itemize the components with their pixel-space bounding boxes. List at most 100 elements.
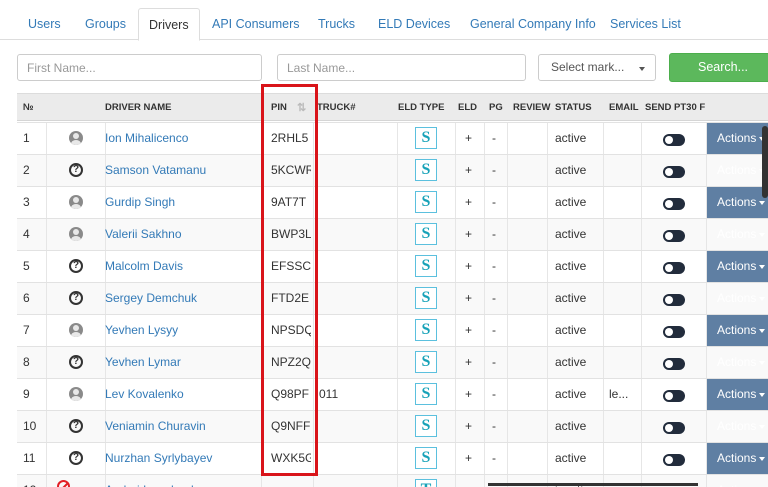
column-divider xyxy=(46,379,47,410)
column-divider xyxy=(706,251,707,282)
actions-dropdown-button[interactable]: Actions xyxy=(717,347,765,378)
driver-name-link[interactable]: Valerii Sakhno xyxy=(105,219,255,250)
driver-name-link[interactable]: Sergey Demchuk xyxy=(105,283,255,314)
column-divider xyxy=(603,251,604,282)
column-divider xyxy=(484,251,485,282)
col-eld-type[interactable]: ELD TYPE xyxy=(398,94,454,122)
truck-value xyxy=(319,411,379,442)
column-divider xyxy=(397,251,398,282)
table-row: 9 Lev Kovalenko Q98PF 011 S + - active le... Acti… xyxy=(17,378,768,410)
column-divider xyxy=(455,251,456,282)
search-button[interactable]: Search... xyxy=(669,53,768,82)
mark-select[interactable]: Select mark... xyxy=(538,54,656,81)
driver-name-link[interactable]: Yevhen Lysyy xyxy=(105,315,255,346)
send-pt30-toggle[interactable] xyxy=(663,326,685,338)
driver-name-link[interactable]: Malcolm Davis xyxy=(105,251,255,282)
actions-dropdown-button[interactable]: Actions xyxy=(717,155,765,186)
column-divider xyxy=(603,155,604,186)
driver-name-link[interactable]: Ion Mihalicenco xyxy=(105,123,255,154)
send-pt30-toggle[interactable] xyxy=(663,262,685,274)
send-pt30-toggle[interactable] xyxy=(663,166,685,178)
col-email[interactable]: EMAIL xyxy=(609,94,639,122)
col-truck[interactable]: TRUCK# xyxy=(317,94,377,122)
send-pt30-toggle[interactable] xyxy=(663,454,685,466)
horizontal-scrollbar[interactable] xyxy=(488,483,698,486)
column-divider xyxy=(46,411,47,442)
col-pg[interactable]: PG xyxy=(489,94,505,122)
send-pt30-toggle[interactable] xyxy=(663,230,685,242)
eld-type-badge: S xyxy=(415,223,437,245)
column-divider xyxy=(603,123,604,154)
col-driver-name[interactable]: DRIVER NAME xyxy=(105,94,255,122)
send-pt30-toggle[interactable] xyxy=(663,390,685,402)
tab-eld-devices[interactable]: ELD Devices xyxy=(368,8,460,40)
actions-dropdown-button[interactable]: Actions xyxy=(717,411,765,442)
col-review[interactable]: REVIEW xyxy=(513,94,553,122)
col-send-pt30[interactable]: SEND PT30 F xyxy=(645,94,711,122)
driver-name-link[interactable]: Nurzhan Syrlybayev xyxy=(105,443,255,474)
send-pt30-toggle[interactable] xyxy=(663,198,685,210)
tab-groups[interactable]: Groups xyxy=(75,8,136,40)
last-name-input[interactable] xyxy=(277,54,526,81)
driver-name-link[interactable]: Gurdip Singh xyxy=(105,187,255,218)
actions-dropdown-button[interactable]: Actions xyxy=(717,187,765,218)
column-divider xyxy=(603,411,604,442)
column-divider xyxy=(397,283,398,314)
send-pt30-toggle[interactable] xyxy=(663,294,685,306)
driver-name-link[interactable]: Veniamin Churavin xyxy=(105,411,255,442)
status-value: active xyxy=(555,451,587,465)
actions-dropdown-button[interactable]: Actions xyxy=(717,283,765,314)
actions-dropdown-button[interactable]: Actions xyxy=(717,315,765,346)
eld-type-badge: S xyxy=(415,351,437,373)
driver-name-link[interactable]: Yevhen Lymar xyxy=(105,347,255,378)
actions-dropdown-button[interactable]: Actions xyxy=(717,379,765,410)
driver-name-link[interactable]: Samson Vatamanu xyxy=(105,155,255,186)
column-divider xyxy=(507,283,508,314)
truck-value xyxy=(319,219,379,250)
tab-general-company-info[interactable]: General Company Info xyxy=(460,8,606,40)
column-divider xyxy=(603,283,604,314)
column-divider xyxy=(641,443,642,474)
column-divider xyxy=(484,315,485,346)
send-pt30-toggle[interactable] xyxy=(663,134,685,146)
tab-trucks[interactable]: Trucks xyxy=(308,8,365,40)
table-row: 11? Nurzhan Syrlybayev WXK5G S + - active Actio… xyxy=(17,442,768,474)
tab-services-list[interactable]: Services List xyxy=(600,8,691,40)
col-eld[interactable]: ELD xyxy=(458,94,478,122)
email-value xyxy=(609,283,639,314)
actions-dropdown-button[interactable]: Actions xyxy=(717,475,765,487)
vertical-scrollbar[interactable] xyxy=(762,126,768,198)
first-name-input[interactable] xyxy=(17,54,262,81)
column-divider xyxy=(455,219,456,250)
chevron-down-icon xyxy=(639,67,645,71)
table-row: 4 Valerii Sakhno BWP3L S + - active Actions xyxy=(17,218,768,250)
eld-value: + xyxy=(465,195,473,209)
column-divider xyxy=(455,155,456,186)
driver-name-link[interactable]: Andrei Ivaschenko xyxy=(105,475,255,487)
email-value xyxy=(609,443,639,474)
table-header: № DRIVER NAME PIN ⇅ TRUCK# ELD TYPE ELD … xyxy=(17,93,768,121)
column-divider xyxy=(706,123,707,154)
column-divider xyxy=(507,315,508,346)
column-divider xyxy=(46,347,47,378)
column-divider xyxy=(507,251,508,282)
actions-dropdown-button[interactable]: Actions xyxy=(717,443,765,474)
tab-drivers[interactable]: Drivers xyxy=(138,8,200,41)
tab-users[interactable]: Users xyxy=(18,8,71,40)
actions-dropdown-button[interactable]: Actions xyxy=(717,123,765,154)
send-pt30-toggle[interactable] xyxy=(663,358,685,370)
col-status[interactable]: STATUS xyxy=(555,94,603,122)
send-pt30-toggle[interactable] xyxy=(663,422,685,434)
tab-api-consumers[interactable]: API Consumers xyxy=(202,8,310,40)
actions-dropdown-button[interactable]: Actions xyxy=(717,251,765,282)
column-divider xyxy=(603,347,604,378)
question-circle-icon: ? xyxy=(69,451,83,465)
column-divider xyxy=(507,187,508,218)
driver-name-link[interactable]: Lev Kovalenko xyxy=(105,379,255,410)
actions-dropdown-button[interactable]: Actions xyxy=(717,219,765,250)
eld-type-badge: S xyxy=(415,191,437,213)
status-value: active xyxy=(555,419,587,433)
column-divider xyxy=(397,187,398,218)
row-number: 3 xyxy=(23,195,30,209)
question-circle-icon: ? xyxy=(69,291,83,305)
